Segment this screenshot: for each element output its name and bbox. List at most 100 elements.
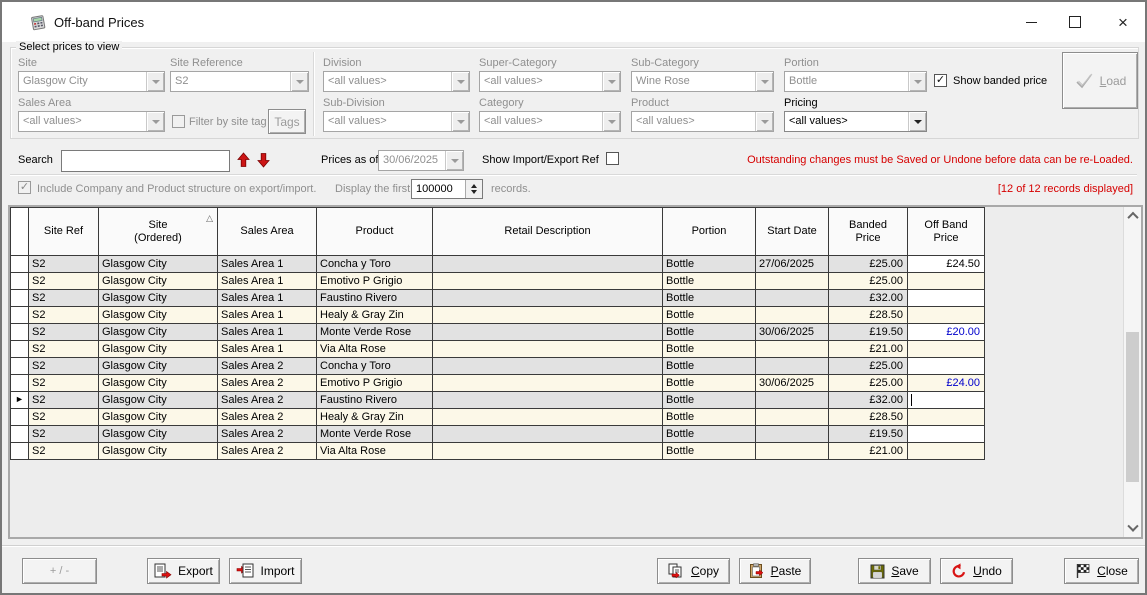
- cell-retail_description[interactable]: [433, 375, 663, 392]
- paste-button[interactable]: Paste: [739, 558, 811, 584]
- cell-site[interactable]: Glasgow City: [99, 273, 218, 290]
- cell-portion[interactable]: Bottle: [663, 409, 756, 426]
- portion-select[interactable]: Bottle: [784, 71, 927, 92]
- cell-site_ref[interactable]: S2: [29, 426, 99, 443]
- column-header-retail_description[interactable]: Retail Description: [433, 208, 663, 256]
- site-select[interactable]: Glasgow City: [18, 71, 165, 92]
- cell-portion[interactable]: Bottle: [663, 443, 756, 460]
- maximize-button[interactable]: [1058, 7, 1092, 37]
- cell-retail_description[interactable]: [433, 341, 663, 358]
- sub-category-select[interactable]: Wine Rose: [631, 71, 774, 92]
- cell-product[interactable]: Concha y Toro: [317, 256, 433, 273]
- cell-off_band_price[interactable]: [908, 307, 985, 324]
- close-window-button[interactable]: [1106, 7, 1140, 37]
- cell-retail_description[interactable]: [433, 256, 663, 273]
- tags-button[interactable]: Tags: [268, 109, 306, 134]
- cell-site[interactable]: Glasgow City: [99, 341, 218, 358]
- cell-off_band_price[interactable]: [908, 426, 985, 443]
- cell-retail_description[interactable]: [433, 307, 663, 324]
- cell-portion[interactable]: Bottle: [663, 307, 756, 324]
- cell-start_date[interactable]: 30/06/2025: [756, 324, 829, 341]
- cell-sales_area[interactable]: Sales Area 1: [218, 324, 317, 341]
- column-header-banded_price[interactable]: Banded Price: [829, 208, 908, 256]
- cell-banded_price[interactable]: £28.50: [829, 307, 908, 324]
- cell-site[interactable]: Glasgow City: [99, 392, 218, 409]
- cell-portion[interactable]: Bottle: [663, 426, 756, 443]
- cell-retail_description[interactable]: [433, 324, 663, 341]
- column-header-site_ref[interactable]: Site Ref: [29, 208, 99, 256]
- column-header-off_band_price[interactable]: Off Band Price: [908, 208, 985, 256]
- table-row[interactable]: S2Glasgow CitySales Area 1Emotivo P Grig…: [11, 273, 985, 290]
- cell-start_date[interactable]: [756, 358, 829, 375]
- close-button[interactable]: Close: [1064, 558, 1139, 584]
- cell-off_band_price[interactable]: £24.50: [908, 256, 985, 273]
- scrollbar-thumb[interactable]: [1126, 332, 1139, 482]
- cell-product[interactable]: Monte Verde Rose: [317, 426, 433, 443]
- cell-site_ref[interactable]: S2: [29, 358, 99, 375]
- cell-gutter[interactable]: [11, 290, 29, 307]
- cell-retail_description[interactable]: [433, 409, 663, 426]
- cell-product[interactable]: Via Alta Rose: [317, 443, 433, 460]
- cell-site_ref[interactable]: S2: [29, 375, 99, 392]
- cell-product[interactable]: Concha y Toro: [317, 358, 433, 375]
- cell-product[interactable]: Via Alta Rose: [317, 341, 433, 358]
- table-row[interactable]: S2Glasgow CitySales Area 2Healy & Gray Z…: [11, 409, 985, 426]
- load-button[interactable]: Load: [1062, 52, 1138, 109]
- cell-sales_area[interactable]: Sales Area 1: [218, 290, 317, 307]
- cell-sales_area[interactable]: Sales Area 2: [218, 375, 317, 392]
- cell-portion[interactable]: Bottle: [663, 341, 756, 358]
- cell-site[interactable]: Glasgow City: [99, 256, 218, 273]
- copy-button[interactable]: Copy: [657, 558, 730, 584]
- cell-start_date[interactable]: [756, 307, 829, 324]
- cell-site_ref[interactable]: S2: [29, 409, 99, 426]
- cell-sales_area[interactable]: Sales Area 2: [218, 443, 317, 460]
- category-select[interactable]: <all values>: [479, 111, 621, 132]
- cell-start_date[interactable]: [756, 290, 829, 307]
- cell-off_band_price[interactable]: [908, 273, 985, 290]
- search-next-button[interactable]: [255, 151, 271, 169]
- cell-gutter[interactable]: [11, 426, 29, 443]
- cell-product[interactable]: Faustino Rivero: [317, 392, 433, 409]
- save-button[interactable]: Save: [858, 558, 931, 584]
- include-structure-checkbox[interactable]: [18, 181, 31, 194]
- cell-banded_price[interactable]: £21.00: [829, 341, 908, 358]
- product-select[interactable]: <all values>: [631, 111, 774, 132]
- cell-gutter[interactable]: [11, 358, 29, 375]
- cell-start_date[interactable]: [756, 341, 829, 358]
- cell-sales_area[interactable]: Sales Area 2: [218, 409, 317, 426]
- cell-off_band_price[interactable]: £24.00: [908, 375, 985, 392]
- cell-portion[interactable]: Bottle: [663, 290, 756, 307]
- table-row[interactable]: S2Glasgow CitySales Area 2Monte Verde Ro…: [11, 426, 985, 443]
- cell-banded_price[interactable]: £25.00: [829, 358, 908, 375]
- cell-banded_price[interactable]: £32.00: [829, 392, 908, 409]
- cell-sales_area[interactable]: Sales Area 2: [218, 358, 317, 375]
- cell-retail_description[interactable]: [433, 358, 663, 375]
- table-row[interactable]: S2Glasgow CitySales Area 1Concha y ToroB…: [11, 256, 985, 273]
- cell-site[interactable]: Glasgow City: [99, 307, 218, 324]
- super-category-select[interactable]: <all values>: [479, 71, 621, 92]
- prices-as-of-select[interactable]: 30/06/2025: [378, 150, 464, 171]
- table-row[interactable]: S2Glasgow CitySales Area 1Via Alta RoseB…: [11, 341, 985, 358]
- cell-site_ref[interactable]: S2: [29, 392, 99, 409]
- cell-off_band_price[interactable]: £20.00: [908, 324, 985, 341]
- cell-site_ref[interactable]: S2: [29, 273, 99, 290]
- sales-area-select[interactable]: <all values>: [18, 111, 165, 132]
- cell-portion[interactable]: Bottle: [663, 392, 756, 409]
- cell-product[interactable]: Healy & Gray Zin: [317, 409, 433, 426]
- cell-off_band_price[interactable]: [908, 409, 985, 426]
- cell-site_ref[interactable]: S2: [29, 443, 99, 460]
- show-import-export-ref-checkbox[interactable]: [606, 152, 619, 165]
- scroll-down-button[interactable]: [1124, 520, 1141, 537]
- cell-portion[interactable]: Bottle: [663, 273, 756, 290]
- cell-banded_price[interactable]: £25.00: [829, 256, 908, 273]
- column-header-start_date[interactable]: Start Date: [756, 208, 829, 256]
- cell-site[interactable]: Glasgow City: [99, 324, 218, 341]
- table-row[interactable]: S2Glasgow CitySales Area 1Monte Verde Ro…: [11, 324, 985, 341]
- cell-off_band_price[interactable]: [908, 392, 985, 409]
- cell-start_date[interactable]: [756, 443, 829, 460]
- cell-gutter[interactable]: [11, 375, 29, 392]
- minimize-button[interactable]: [1014, 7, 1048, 37]
- spinner-up-down-buttons[interactable]: [465, 180, 482, 198]
- cell-retail_description[interactable]: [433, 290, 663, 307]
- cell-site_ref[interactable]: S2: [29, 256, 99, 273]
